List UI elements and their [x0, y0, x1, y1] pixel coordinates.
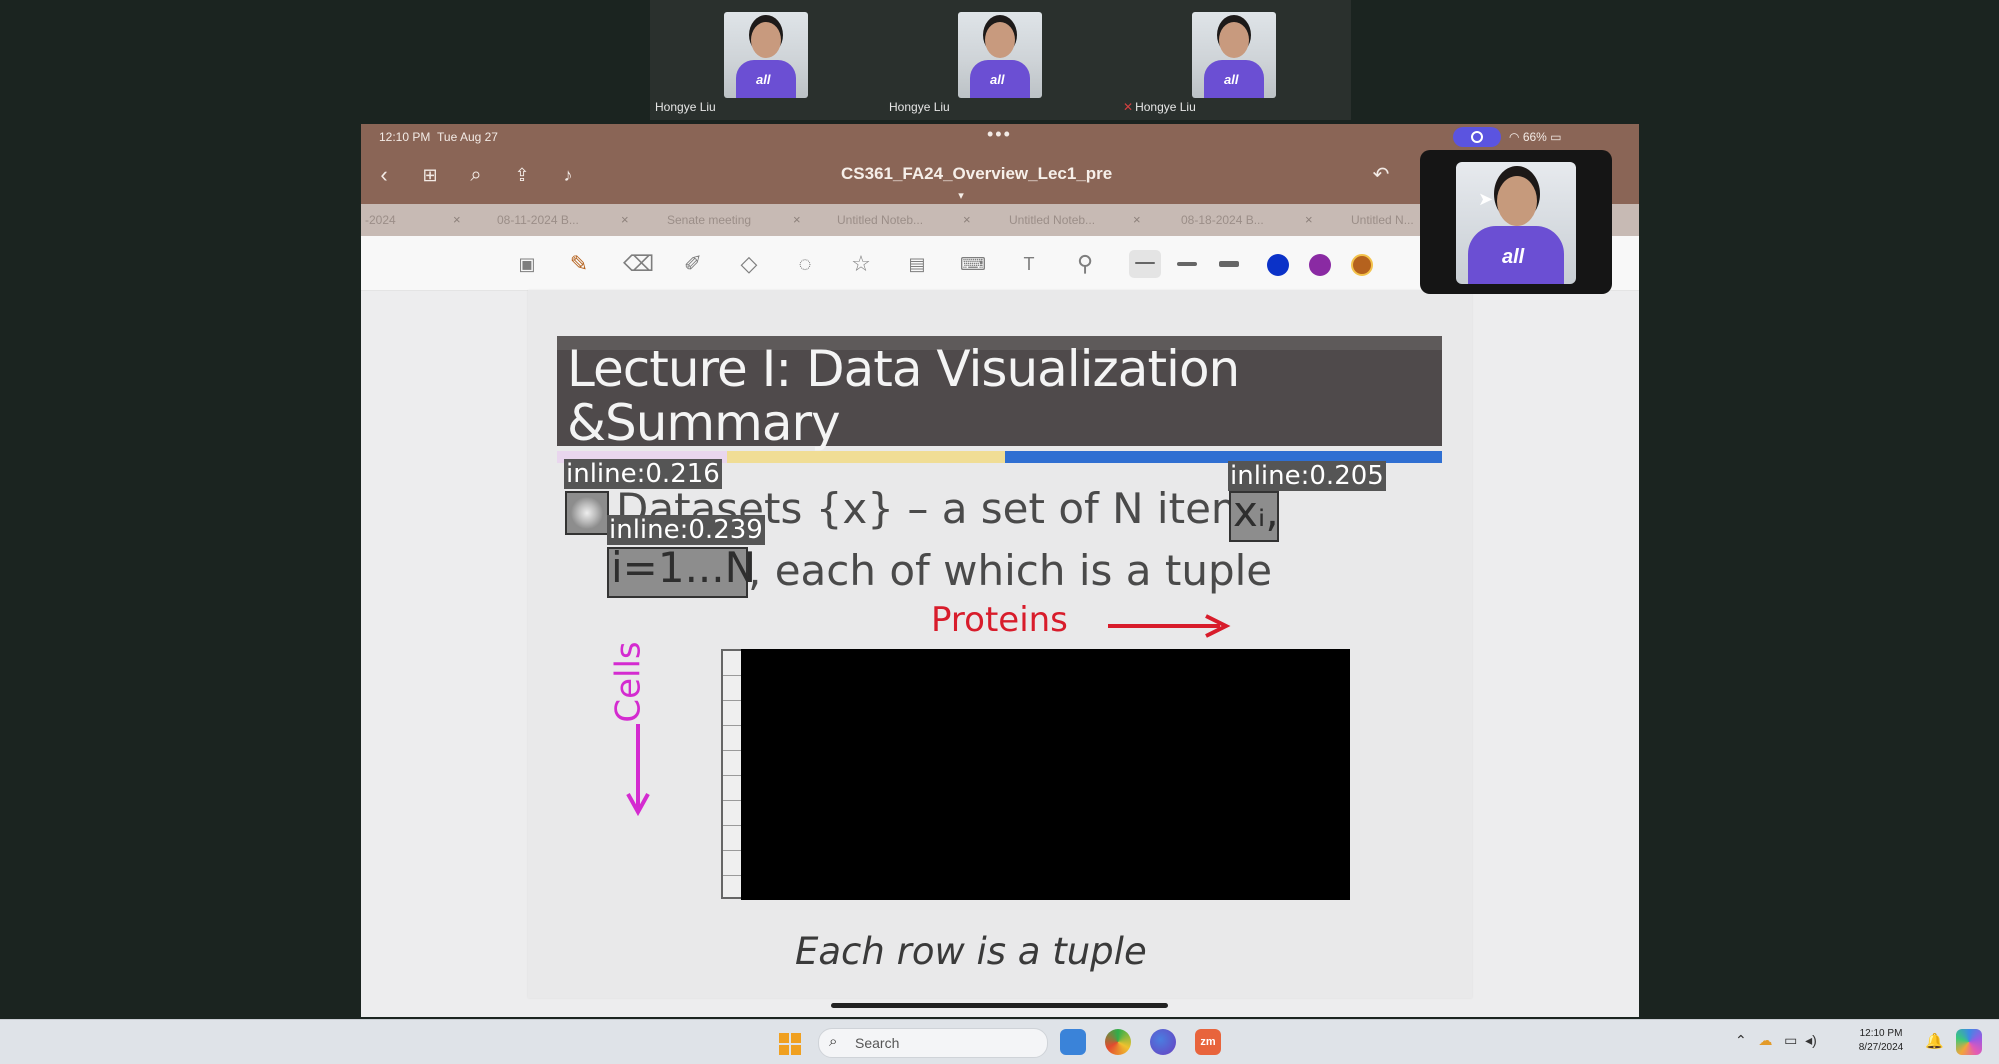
proteins-label: Proteins: [931, 600, 1068, 640]
notebook-tab[interactable]: 08-18-2024 B...: [1181, 213, 1264, 227]
onedrive-icon[interactable]: ☁: [1758, 1032, 1772, 1048]
notebook-tab[interactable]: Untitled Noteb...: [1009, 213, 1095, 227]
participant-name: Hongye Liu: [889, 100, 950, 114]
close-tab-icon[interactable]: ×: [793, 212, 801, 227]
system-tray[interactable]: ⌃ ☁ ▭ ◂): [1735, 1032, 1817, 1049]
read-mode-icon[interactable]: ▣: [513, 250, 541, 278]
participant-tile[interactable]: all Hongye Liu: [884, 0, 1118, 120]
zoom-app-icon[interactable]: zm: [1195, 1029, 1221, 1055]
participant-name: Hongye Liu: [655, 100, 716, 114]
share-icon[interactable]: ⇪: [507, 160, 537, 190]
right-arrow-icon: [1108, 614, 1231, 638]
color-swatch-brown[interactable]: [1351, 254, 1373, 276]
file-explorer-icon[interactable]: [1060, 1029, 1086, 1055]
eraser-icon[interactable]: ⌫: [623, 250, 654, 278]
close-tab-icon[interactable]: ×: [621, 212, 629, 227]
redacted-table-region: [741, 649, 1350, 900]
multitask-dots-icon[interactable]: •••: [987, 124, 1012, 145]
chevron-up-icon[interactable]: ⌃: [1735, 1032, 1747, 1048]
highlighter-icon[interactable]: ✐: [679, 250, 707, 278]
participant-strip: all Hongye Liu all Hongye Liu all ✕ Hongy…: [650, 0, 1351, 120]
taskbar-search-input[interactable]: ⌕ Search: [818, 1028, 1048, 1058]
participant-tile[interactable]: all ✕ Hongye Liu: [1118, 0, 1352, 120]
status-time: 12:10 PM Tue Aug 27: [379, 130, 498, 144]
detection-label: inline:0.216: [564, 459, 722, 489]
notebook-tab[interactable]: Untitled N...: [1351, 213, 1414, 227]
participant-video: all: [958, 12, 1042, 98]
pen-tool-icon[interactable]: ✎: [565, 250, 593, 278]
chrome-icon[interactable]: [1105, 1029, 1131, 1055]
firefox-icon[interactable]: [1150, 1029, 1176, 1055]
grid-view-icon[interactable]: ⊞: [415, 160, 445, 190]
document-title[interactable]: CS361_FA24_Overview_Lec1_pre ▾: [841, 164, 1112, 204]
slide-caption: Each row is a tuple: [795, 930, 1147, 973]
color-swatch-blue[interactable]: [1267, 254, 1289, 276]
search-icon: ⌕: [829, 1033, 838, 1050]
down-arrow-icon: [626, 724, 650, 816]
close-tab-icon[interactable]: ×: [963, 212, 971, 227]
windows-taskbar: ⌕ Search zm ⌃ ☁ ▭ ◂) 12:10 PM 8/27/2024 …: [0, 1019, 1999, 1064]
ipad-status-bar: 12:10 PM Tue Aug 27 ••• ◠ 66% ▭: [361, 124, 1639, 150]
close-tab-icon[interactable]: ×: [453, 212, 461, 227]
system-status: ◠ 66% ▭: [1509, 130, 1562, 144]
participant-video: all: [1192, 12, 1276, 98]
microphone-icon[interactable]: ♪: [553, 160, 583, 190]
participant-video: all: [724, 12, 808, 98]
medium-stroke-option[interactable]: [1171, 250, 1203, 278]
laser-pointer-icon[interactable]: ⚲: [1071, 250, 1099, 278]
mouse-cursor-icon: ➤: [1478, 189, 1494, 209]
battery-percent: 66%: [1522, 130, 1547, 144]
notification-bell-icon[interactable]: 🔔: [1925, 1032, 1944, 1050]
lasso-icon[interactable]: ◌: [791, 250, 819, 278]
sticker-icon[interactable]: ☆: [847, 250, 875, 278]
tuple-definition-line: , each of which is a tuple: [748, 546, 1273, 595]
undo-icon[interactable]: ↶: [1366, 160, 1396, 190]
notebook-tab[interactable]: Senate meeting: [667, 213, 751, 227]
search-icon[interactable]: ⌕: [461, 160, 491, 190]
notebook-tab[interactable]: 08-11-2024 B...: [497, 213, 579, 227]
detection-label: inline:0.239: [607, 515, 765, 545]
taskbar-clock[interactable]: 12:10 PM 8/27/2024: [1852, 1027, 1910, 1055]
math-box-index-range: i=1...N: [607, 543, 756, 598]
wifi-icon: ◠: [1509, 130, 1520, 144]
cells-label: Cells: [608, 641, 649, 723]
chevron-down-icon: ▾: [958, 190, 964, 202]
shapes-icon[interactable]: ◇: [735, 250, 763, 278]
screen-record-icon[interactable]: [1453, 127, 1501, 147]
notebook-tab[interactable]: Untitled Noteb...: [837, 213, 923, 227]
detection-label: inline:0.205: [1228, 461, 1386, 491]
participant-name: ✕ Hongye Liu: [1123, 100, 1196, 114]
slide-title-bar: Lecture I: Data Visualization &Summary: [557, 336, 1442, 450]
starburst-bullet-icon: [571, 497, 603, 529]
close-tab-icon[interactable]: ×: [1133, 212, 1141, 227]
battery-icon: ▭: [1550, 130, 1562, 144]
back-chevron-icon[interactable]: ‹: [369, 160, 399, 190]
notebook-tab[interactable]: -2024: [365, 213, 396, 227]
copilot-icon[interactable]: [1956, 1029, 1982, 1055]
bullet-icon-box: [565, 491, 609, 535]
color-swatch-purple[interactable]: [1309, 254, 1331, 276]
muted-mic-icon: ✕: [1123, 100, 1134, 114]
display-icon[interactable]: ▭: [1784, 1032, 1797, 1048]
slide-title: Lecture I: Data Visualization &Summary: [567, 340, 1240, 452]
math-box-xi: xᵢ,: [1229, 487, 1279, 542]
thin-stroke-option[interactable]: [1129, 250, 1161, 278]
thick-stroke-option[interactable]: [1213, 250, 1245, 278]
self-video-frame: all: [1456, 162, 1576, 284]
self-view-video[interactable]: all: [1420, 150, 1612, 294]
close-tab-icon[interactable]: ×: [1305, 212, 1313, 227]
keyboard-icon[interactable]: ⌨: [959, 250, 987, 278]
start-button[interactable]: [779, 1033, 801, 1055]
image-icon[interactable]: ▤: [903, 250, 931, 278]
volume-icon[interactable]: ◂): [1805, 1032, 1817, 1048]
participant-tile[interactable]: all Hongye Liu: [650, 0, 884, 120]
text-box-icon[interactable]: T: [1015, 250, 1043, 278]
ipad-home-indicator[interactable]: [831, 1003, 1168, 1008]
